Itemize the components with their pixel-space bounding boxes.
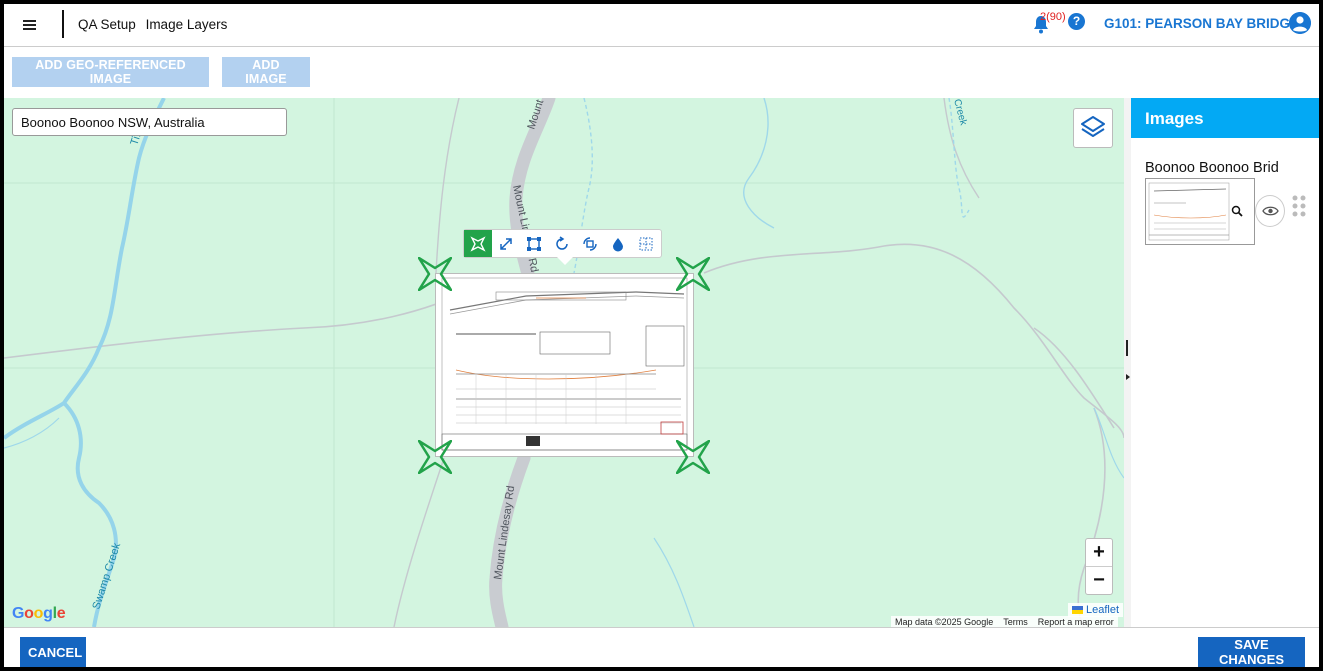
toolbar-pointer — [557, 257, 573, 265]
page-footer: CANCEL SAVE CHANGES — [4, 627, 1319, 667]
add-geo-referenced-image-button[interactable]: ADD GEO-REFERENCED IMAGE — [12, 57, 209, 87]
hamburger-menu-icon[interactable] — [18, 13, 42, 37]
opacity-icon — [613, 237, 623, 251]
map-data-text: Map data ©2025 Google — [895, 617, 994, 627]
layers-button[interactable] — [1073, 108, 1113, 148]
zoom-control: + − — [1085, 538, 1113, 595]
corner-handle-top-left-icon[interactable] — [418, 257, 452, 291]
page-toolbar: ADD GEO-REFERENCED IMAGE ADD IMAGE — [4, 47, 1319, 98]
image-edit-toolbar — [463, 229, 662, 258]
layers-icon — [1081, 116, 1105, 137]
zoom-to-image-icon[interactable] — [1231, 205, 1243, 217]
leaflet-attribution-link[interactable]: Leaflet — [1068, 603, 1124, 617]
scale-rotate-tool-button[interactable] — [576, 230, 604, 257]
corner-handle-bottom-right-icon[interactable] — [676, 440, 710, 474]
drag-handle-icon[interactable] — [1291, 194, 1307, 218]
user-avatar-icon[interactable] — [1289, 12, 1311, 34]
cancel-button[interactable]: CANCEL — [20, 637, 86, 667]
creek-label-swamp: Swamp Creek — [90, 541, 123, 611]
google-logo: Google — [12, 605, 66, 622]
zoom-in-button[interactable]: + — [1086, 539, 1112, 567]
geo-referenced-image-overlay[interactable] — [435, 273, 694, 457]
image-thumbnail[interactable] — [1145, 178, 1255, 245]
help-icon[interactable]: ? — [1068, 13, 1085, 30]
save-changes-button[interactable]: SAVE CHANGES — [1198, 637, 1305, 667]
images-panel-title: Images — [1131, 98, 1319, 138]
eye-icon — [1262, 206, 1279, 216]
app-window: QA Setup Image Layers 2(90) ? G101: PEAR… — [4, 4, 1319, 667]
corner-handle-top-right-icon[interactable] — [676, 257, 710, 291]
panel-resize-handle[interactable] — [1124, 98, 1131, 627]
terms-link[interactable]: Terms — [1003, 617, 1028, 627]
breadcrumb-item-image-layers: Image Layers — [145, 17, 228, 32]
scale-rotate-icon — [583, 236, 597, 251]
ukraine-flag-icon — [1072, 606, 1083, 615]
notification-count-badge: 2(90) — [1040, 11, 1066, 23]
free-transform-icon — [527, 236, 541, 251]
opacity-tool-button[interactable] — [604, 230, 632, 257]
border-icon — [639, 237, 653, 250]
image-item-title: Boonoo Boonoo Brid — [1145, 160, 1279, 176]
rotate-tool-button[interactable] — [548, 230, 576, 257]
corner-handle-bottom-left-icon[interactable] — [418, 440, 452, 474]
breadcrumb-item-qa-setup[interactable]: QA Setup — [78, 17, 136, 32]
engineering-drawing-image — [441, 277, 688, 451]
map-view[interactable]: Mount Mount Lindsay Rd Mount Lindesay Rd… — [4, 98, 1124, 627]
toggle-visibility-button[interactable] — [1255, 195, 1285, 227]
app-header: QA Setup Image Layers 2(90) ? G101: PEAR… — [4, 4, 1319, 47]
project-name[interactable]: G101: PEARSON BAY BRIDGE — [1104, 16, 1299, 31]
images-panel: Images Boonoo Boonoo Brid — [1131, 98, 1319, 627]
distort-tool-button[interactable] — [464, 230, 492, 257]
rotate-icon — [556, 235, 568, 250]
creek-label-right: Creek — [951, 98, 969, 128]
header-divider — [62, 10, 64, 38]
map-attribution: Map data ©2025 Google Terms Report a map… — [891, 616, 1118, 627]
distort-icon — [470, 235, 486, 252]
report-map-error-link[interactable]: Report a map error — [1038, 617, 1114, 627]
resize-tool-button[interactable] — [492, 230, 520, 257]
add-image-button[interactable]: ADD IMAGE — [222, 57, 310, 87]
free-transform-tool-button[interactable] — [520, 230, 548, 257]
border-tool-button[interactable] — [632, 230, 660, 257]
breadcrumb: QA Setup Image Layers — [78, 17, 233, 32]
resize-icon — [500, 237, 512, 250]
location-search-input[interactable] — [12, 108, 287, 136]
zoom-out-button[interactable]: − — [1086, 567, 1112, 595]
